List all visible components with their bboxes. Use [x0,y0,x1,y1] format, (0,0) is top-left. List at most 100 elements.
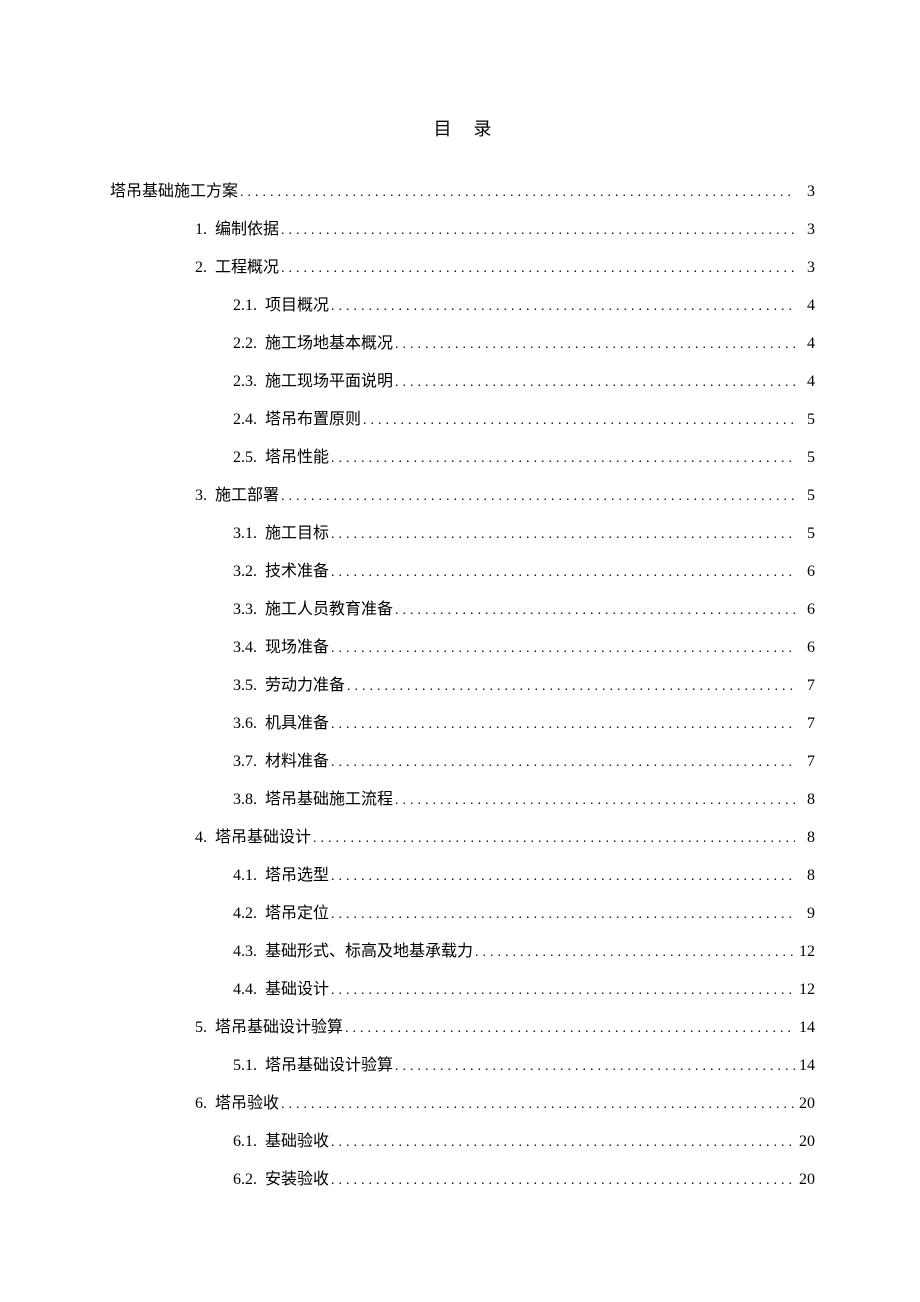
toc-entry[interactable]: 4.1.塔吊选型................................… [233,857,815,895]
toc-leader-dots: ........................................… [329,858,795,896]
toc-entry-label: 基础形式、标高及地基承载力 [265,933,473,971]
toc-entry[interactable]: 6.1.基础验收................................… [233,1123,815,1161]
toc-entry[interactable]: 1.编制依据..................................… [195,211,815,249]
toc-entry-label: 施工场地基本概况 [265,325,393,363]
toc-entry-number: 4. [195,819,215,857]
toc-entry-label: 编制依据 [215,211,279,249]
toc-entry[interactable]: 4.2.塔吊定位................................… [233,895,815,933]
toc-entry-page: 4 [795,363,815,401]
toc-entry[interactable]: 3.2.技术准备................................… [233,553,815,591]
toc-entry[interactable]: 塔吊基础施工方案................................… [110,173,815,211]
toc-entry[interactable]: 3.6.机具准备................................… [233,705,815,743]
toc-entry-page: 8 [795,781,815,819]
toc-entry-page: 8 [795,819,815,857]
toc-entry-number: 3.2. [233,553,265,591]
toc-entry-number: 2.1. [233,287,265,325]
toc-entry-number: 3.3. [233,591,265,629]
toc-leader-dots: ........................................… [279,250,795,288]
toc-leader-dots: ........................................… [329,630,795,668]
toc-list: 塔吊基础施工方案................................… [110,173,815,1199]
toc-leader-dots: ........................................… [393,326,795,364]
toc-entry[interactable]: 2.1.项目概况................................… [233,287,815,325]
toc-entry-page: 9 [795,895,815,933]
toc-leader-dots: ........................................… [393,592,795,630]
toc-entry[interactable]: 4.4.基础设计................................… [233,971,815,1009]
toc-entry-number: 4.1. [233,857,265,895]
toc-entry[interactable]: 2.2.施工场地基本概况............................… [233,325,815,363]
toc-entry-page: 6 [795,629,815,667]
toc-entry-label: 塔吊基础设计 [215,819,311,857]
toc-entry-number: 1. [195,211,215,249]
toc-entry-label: 塔吊验收 [215,1085,279,1123]
toc-entry-label: 材料准备 [265,743,329,781]
toc-entry-label: 塔吊选型 [265,857,329,895]
toc-entry-label: 劳动力准备 [265,667,345,705]
toc-leader-dots: ........................................… [279,478,795,516]
toc-entry[interactable]: 3.1.施工目标................................… [233,515,815,553]
toc-entry-label: 安装验收 [265,1161,329,1199]
toc-entry-page: 12 [795,971,815,1009]
toc-entry[interactable]: 2.3.施工现场平面说明............................… [233,363,815,401]
toc-entry-label: 工程概况 [215,249,279,287]
toc-entry-label: 机具准备 [265,705,329,743]
toc-entry[interactable]: 3.5.劳动力准备...............................… [233,667,815,705]
toc-entry-label: 现场准备 [265,629,329,667]
toc-entry-number: 3.1. [233,515,265,553]
toc-entry-number: 3.7. [233,743,265,781]
toc-entry-page: 20 [795,1123,815,1161]
toc-leader-dots: ........................................… [329,440,795,478]
toc-entry-label: 施工人员教育准备 [265,591,393,629]
toc-entry-page: 20 [795,1085,815,1123]
toc-leader-dots: ........................................… [329,288,795,326]
toc-entry-number: 3.4. [233,629,265,667]
toc-leader-dots: ........................................… [393,782,795,820]
toc-entry-number: 6. [195,1085,215,1123]
toc-leader-dots: ........................................… [279,212,795,250]
toc-entry-number: 3.5. [233,667,265,705]
toc-entry-label: 塔吊基础施工方案 [110,173,238,211]
toc-entry-number: 2.3. [233,363,265,401]
toc-entry-label: 塔吊基础施工流程 [265,781,393,819]
toc-entry-number: 4.2. [233,895,265,933]
toc-entry-label: 塔吊布置原则 [265,401,361,439]
toc-entry[interactable]: 4.塔吊基础设计................................… [195,819,815,857]
toc-entry[interactable]: 3.4.现场准备................................… [233,629,815,667]
toc-entry[interactable]: 3.7.材料准备................................… [233,743,815,781]
toc-entry[interactable]: 2.5.塔吊性能................................… [233,439,815,477]
toc-entry-page: 7 [795,705,815,743]
toc-entry-label: 塔吊性能 [265,439,329,477]
toc-entry-number: 5.1. [233,1047,265,1085]
toc-entry-page: 3 [795,249,815,287]
toc-leader-dots: ........................................… [329,516,795,554]
toc-entry[interactable]: 2.工程概况..................................… [195,249,815,287]
toc-entry-label: 项目概况 [265,287,329,325]
toc-entry[interactable]: 6.塔吊验收..................................… [195,1085,815,1123]
toc-entry-page: 14 [795,1047,815,1085]
toc-entry-label: 塔吊基础设计验算 [265,1047,393,1085]
toc-entry-page: 20 [795,1161,815,1199]
toc-entry-number: 6.1. [233,1123,265,1161]
toc-entry-page: 4 [795,287,815,325]
toc-leader-dots: ........................................… [473,934,795,972]
toc-entry-label: 技术准备 [265,553,329,591]
toc-leader-dots: ........................................… [329,706,795,744]
toc-entry[interactable]: 3.施工部署..................................… [195,477,815,515]
toc-entry[interactable]: 4.3.基础形式、标高及地基承载力.......................… [233,933,815,971]
toc-entry[interactable]: 5.1.塔吊基础设计验算............................… [233,1047,815,1085]
toc-title: 目录 [110,115,815,141]
toc-entry[interactable]: 2.4.塔吊布置原则..............................… [233,401,815,439]
toc-entry[interactable]: 3.3.施工人员教育准备............................… [233,591,815,629]
toc-entry-label: 塔吊定位 [265,895,329,933]
toc-entry[interactable]: 3.8.塔吊基础施工流程............................… [233,781,815,819]
toc-entry-label: 基础验收 [265,1123,329,1161]
toc-leader-dots: ........................................… [345,668,795,706]
toc-entry-page: 3 [795,173,815,211]
toc-entry-page: 3 [795,211,815,249]
toc-entry[interactable]: 6.2.安装验收................................… [233,1161,815,1199]
toc-entry-number: 3.6. [233,705,265,743]
toc-leader-dots: ........................................… [329,744,795,782]
toc-entry-number: 2. [195,249,215,287]
toc-leader-dots: ........................................… [329,1124,795,1162]
toc-entry-label: 塔吊基础设计验算 [215,1009,343,1047]
toc-entry[interactable]: 5.塔吊基础设计验算..............................… [195,1009,815,1047]
